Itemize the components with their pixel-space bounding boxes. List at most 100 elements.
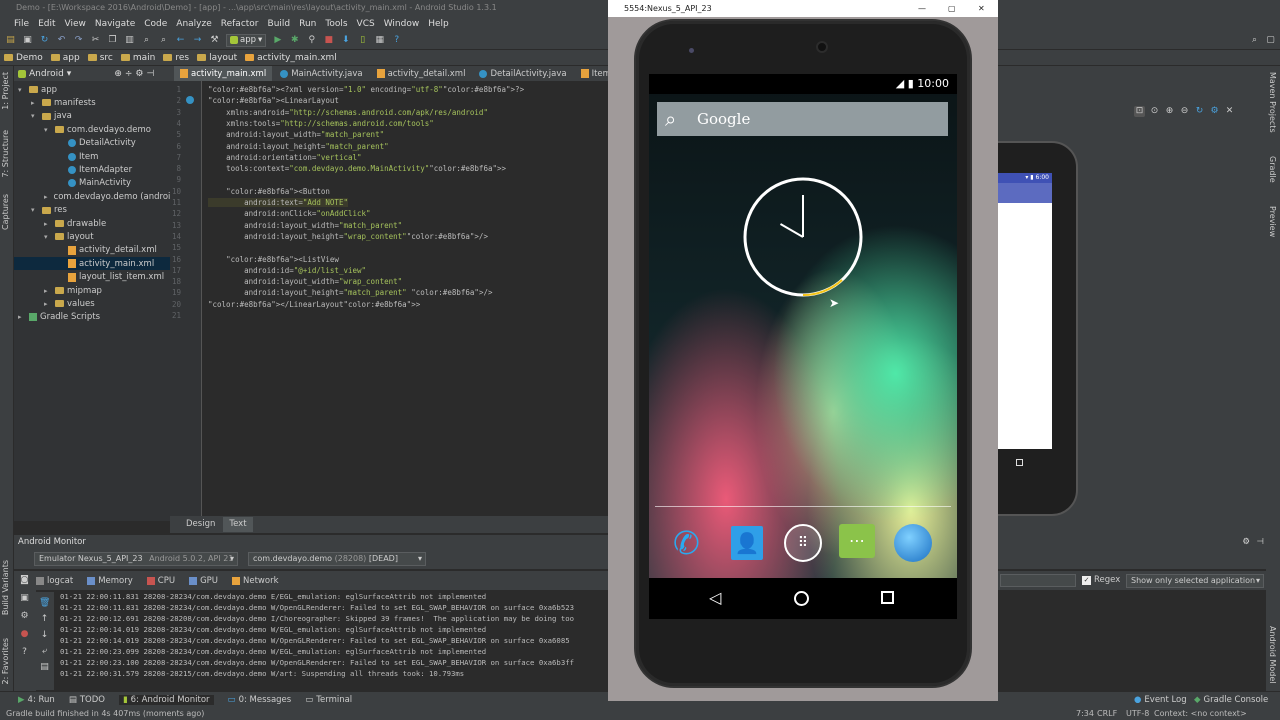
replace-icon[interactable]: ⌕ <box>158 35 169 46</box>
breadcrumb-item[interactable]: activity_main.xml <box>245 53 341 63</box>
zoom-actual-icon[interactable]: ⊙ <box>1149 106 1160 117</box>
tree-item[interactable]: activity_detail.xml <box>14 244 170 257</box>
back-icon[interactable]: ← <box>175 35 186 46</box>
tool-tab-maven[interactable]: Maven Projects <box>1268 72 1277 133</box>
tab-network[interactable]: Network <box>232 576 279 586</box>
menu-refactor[interactable]: Refactor <box>221 19 259 29</box>
wrap-icon[interactable]: ⤶ <box>39 646 50 657</box>
project-view-mode[interactable]: Android <box>29 69 64 79</box>
breadcrumb-item[interactable]: src <box>87 53 117 63</box>
chevron-icon[interactable]: ▾ <box>31 112 39 120</box>
nav-home-icon[interactable] <box>794 591 809 606</box>
copy-icon[interactable]: ❐ <box>107 35 118 46</box>
up-icon[interactable]: ↑ <box>39 614 50 625</box>
tool-tab-android-monitor[interactable]: ▮ 6: Android Monitor <box>118 695 214 705</box>
tree-item[interactable]: activity_main.xml <box>14 257 170 271</box>
chevron-down-icon[interactable]: ▾ <box>67 69 72 79</box>
tab-design[interactable]: Design <box>180 517 221 532</box>
tool-tab-gradle-console[interactable]: ◆ Gradle Console <box>1194 695 1268 705</box>
menu-tools[interactable]: Tools <box>325 19 347 29</box>
options-icon[interactable]: ⚙ <box>1209 106 1220 117</box>
breadcrumb-item[interactable]: layout <box>197 53 241 63</box>
tree-item[interactable]: DetailActivity <box>14 137 170 150</box>
contacts-app-icon[interactable]: 👤 <box>731 526 763 560</box>
open-folder-icon[interactable]: ▤ <box>5 35 16 46</box>
tree-item[interactable]: ▸ drawable <box>14 217 170 230</box>
make-project-icon[interactable]: ⚒ <box>209 35 220 46</box>
tool-tab-structure[interactable]: 7: Structure <box>1 130 10 178</box>
browser-app-icon[interactable] <box>894 524 932 562</box>
hide-icon[interactable]: ⊣ <box>147 69 155 79</box>
breadcrumb-item[interactable]: main <box>120 53 160 63</box>
maximize-icon[interactable]: ▢ <box>1265 35 1276 46</box>
hide-icon[interactable]: ⊣ <box>1257 537 1264 547</box>
help-icon[interactable]: ? <box>391 35 402 46</box>
tool-tab-todo[interactable]: ▤ TODO <box>69 695 105 705</box>
menu-navigate[interactable]: Navigate <box>95 19 135 29</box>
tool-tab-event-log[interactable]: ● Event Log <box>1134 695 1187 705</box>
menu-analyze[interactable]: Analyze <box>176 19 211 29</box>
tree-item[interactable]: MainActivity <box>14 177 170 190</box>
menu-view[interactable]: View <box>65 19 86 29</box>
debug-icon[interactable]: ✱ <box>289 35 300 46</box>
run-config-select[interactable]: app ▾ <box>226 33 267 47</box>
breadcrumb-item[interactable]: Demo <box>4 53 47 63</box>
tab-cpu[interactable]: CPU <box>146 576 175 586</box>
chevron-icon[interactable]: ▾ <box>44 233 52 241</box>
zoom-out-icon[interactable]: ⊖ <box>1179 106 1190 117</box>
line-separator[interactable]: CRLF <box>1097 708 1117 720</box>
tool-tab-terminal[interactable]: ▭ Terminal <box>305 695 352 705</box>
chevron-icon[interactable]: ▾ <box>18 86 26 94</box>
code-editor[interactable]: "color:#e8bf6a"><?xml version="1.0" enco… <box>202 81 608 521</box>
tree-item[interactable]: ▾ com.devdayo.demo <box>14 123 170 136</box>
menu-window[interactable]: Window <box>384 19 420 29</box>
phone-screen[interactable]: ◢ ▮ 10:00 ⌕ Google ➤ ✆ 👤 ⠿ ⋯ ◁ <box>649 74 957 619</box>
editor-tab[interactable]: activity_detail.xml <box>371 66 472 81</box>
analog-clock-widget[interactable] <box>742 176 864 298</box>
menu-vcs[interactable]: VCS <box>357 19 375 29</box>
app-drawer-icon[interactable]: ⠿ <box>784 524 822 562</box>
chevron-icon[interactable]: ▸ <box>44 193 48 201</box>
screenshot-icon[interactable]: ◙ <box>19 575 30 586</box>
refresh-icon[interactable]: ↻ <box>1194 106 1205 117</box>
sync-icon[interactable]: ↻ <box>39 35 50 46</box>
settings-icon[interactable]: ⚙ <box>19 611 30 622</box>
menu-edit[interactable]: Edit <box>38 19 55 29</box>
tool-tab-run[interactable]: ▶ 4: Run <box>18 695 55 705</box>
sdk-manager-icon[interactable]: ⬇ <box>340 35 351 46</box>
editor-tab[interactable]: MainActivity.java <box>274 66 368 81</box>
gear-icon[interactable]: ⚙ <box>135 69 143 79</box>
close-icon[interactable]: ✕ <box>978 0 985 17</box>
tab-logcat[interactable]: logcat <box>36 576 73 586</box>
google-search-bar[interactable]: ⌕ Google <box>657 102 948 136</box>
device-select[interactable]: Emulator Nexus_5_API_23 Android 5.0.2, A… <box>34 552 238 566</box>
tool-tab-messages[interactable]: ▭ 0: Messages <box>228 695 292 705</box>
chevron-icon[interactable]: ▾ <box>31 206 39 214</box>
search-everywhere-icon[interactable]: ⌕ <box>1249 35 1260 46</box>
close-icon[interactable]: ✕ <box>1224 106 1235 117</box>
tab-gpu[interactable]: GPU <box>189 576 218 586</box>
zoom-in-icon[interactable]: ⊕ <box>1164 106 1175 117</box>
tab-memory[interactable]: Memory <box>87 576 133 586</box>
undo-icon[interactable]: ↶ <box>56 35 67 46</box>
tree-item[interactable]: Item <box>14 150 170 163</box>
collapse-icon[interactable]: ÷ <box>125 69 133 79</box>
down-icon[interactable]: ↓ <box>39 630 50 641</box>
tool-tab-build-variants[interactable]: Build Variants <box>1 560 10 615</box>
nav-recents-icon[interactable] <box>881 591 894 604</box>
print-icon[interactable]: ▤ <box>39 662 50 673</box>
menu-help[interactable]: Help <box>428 19 449 29</box>
paste-icon[interactable]: ▥ <box>124 35 135 46</box>
tree-item[interactable]: ▾ layout <box>14 230 170 243</box>
menu-build[interactable]: Build <box>268 19 291 29</box>
log-search-input[interactable] <box>1000 574 1076 587</box>
file-encoding[interactable]: UTF-8 <box>1126 708 1149 720</box>
tool-tab-preview[interactable]: Preview <box>1268 206 1277 237</box>
chevron-icon[interactable]: ▸ <box>44 287 52 295</box>
tab-text[interactable]: Text <box>223 517 253 532</box>
attach-debugger-icon[interactable]: ⚲ <box>306 35 317 46</box>
zoom-fit-icon[interactable]: ⊡ <box>1134 106 1145 117</box>
breadcrumb-item[interactable]: res <box>163 53 193 63</box>
record-icon[interactable]: ▣ <box>19 593 30 604</box>
stop-icon[interactable]: ■ <box>323 35 334 46</box>
